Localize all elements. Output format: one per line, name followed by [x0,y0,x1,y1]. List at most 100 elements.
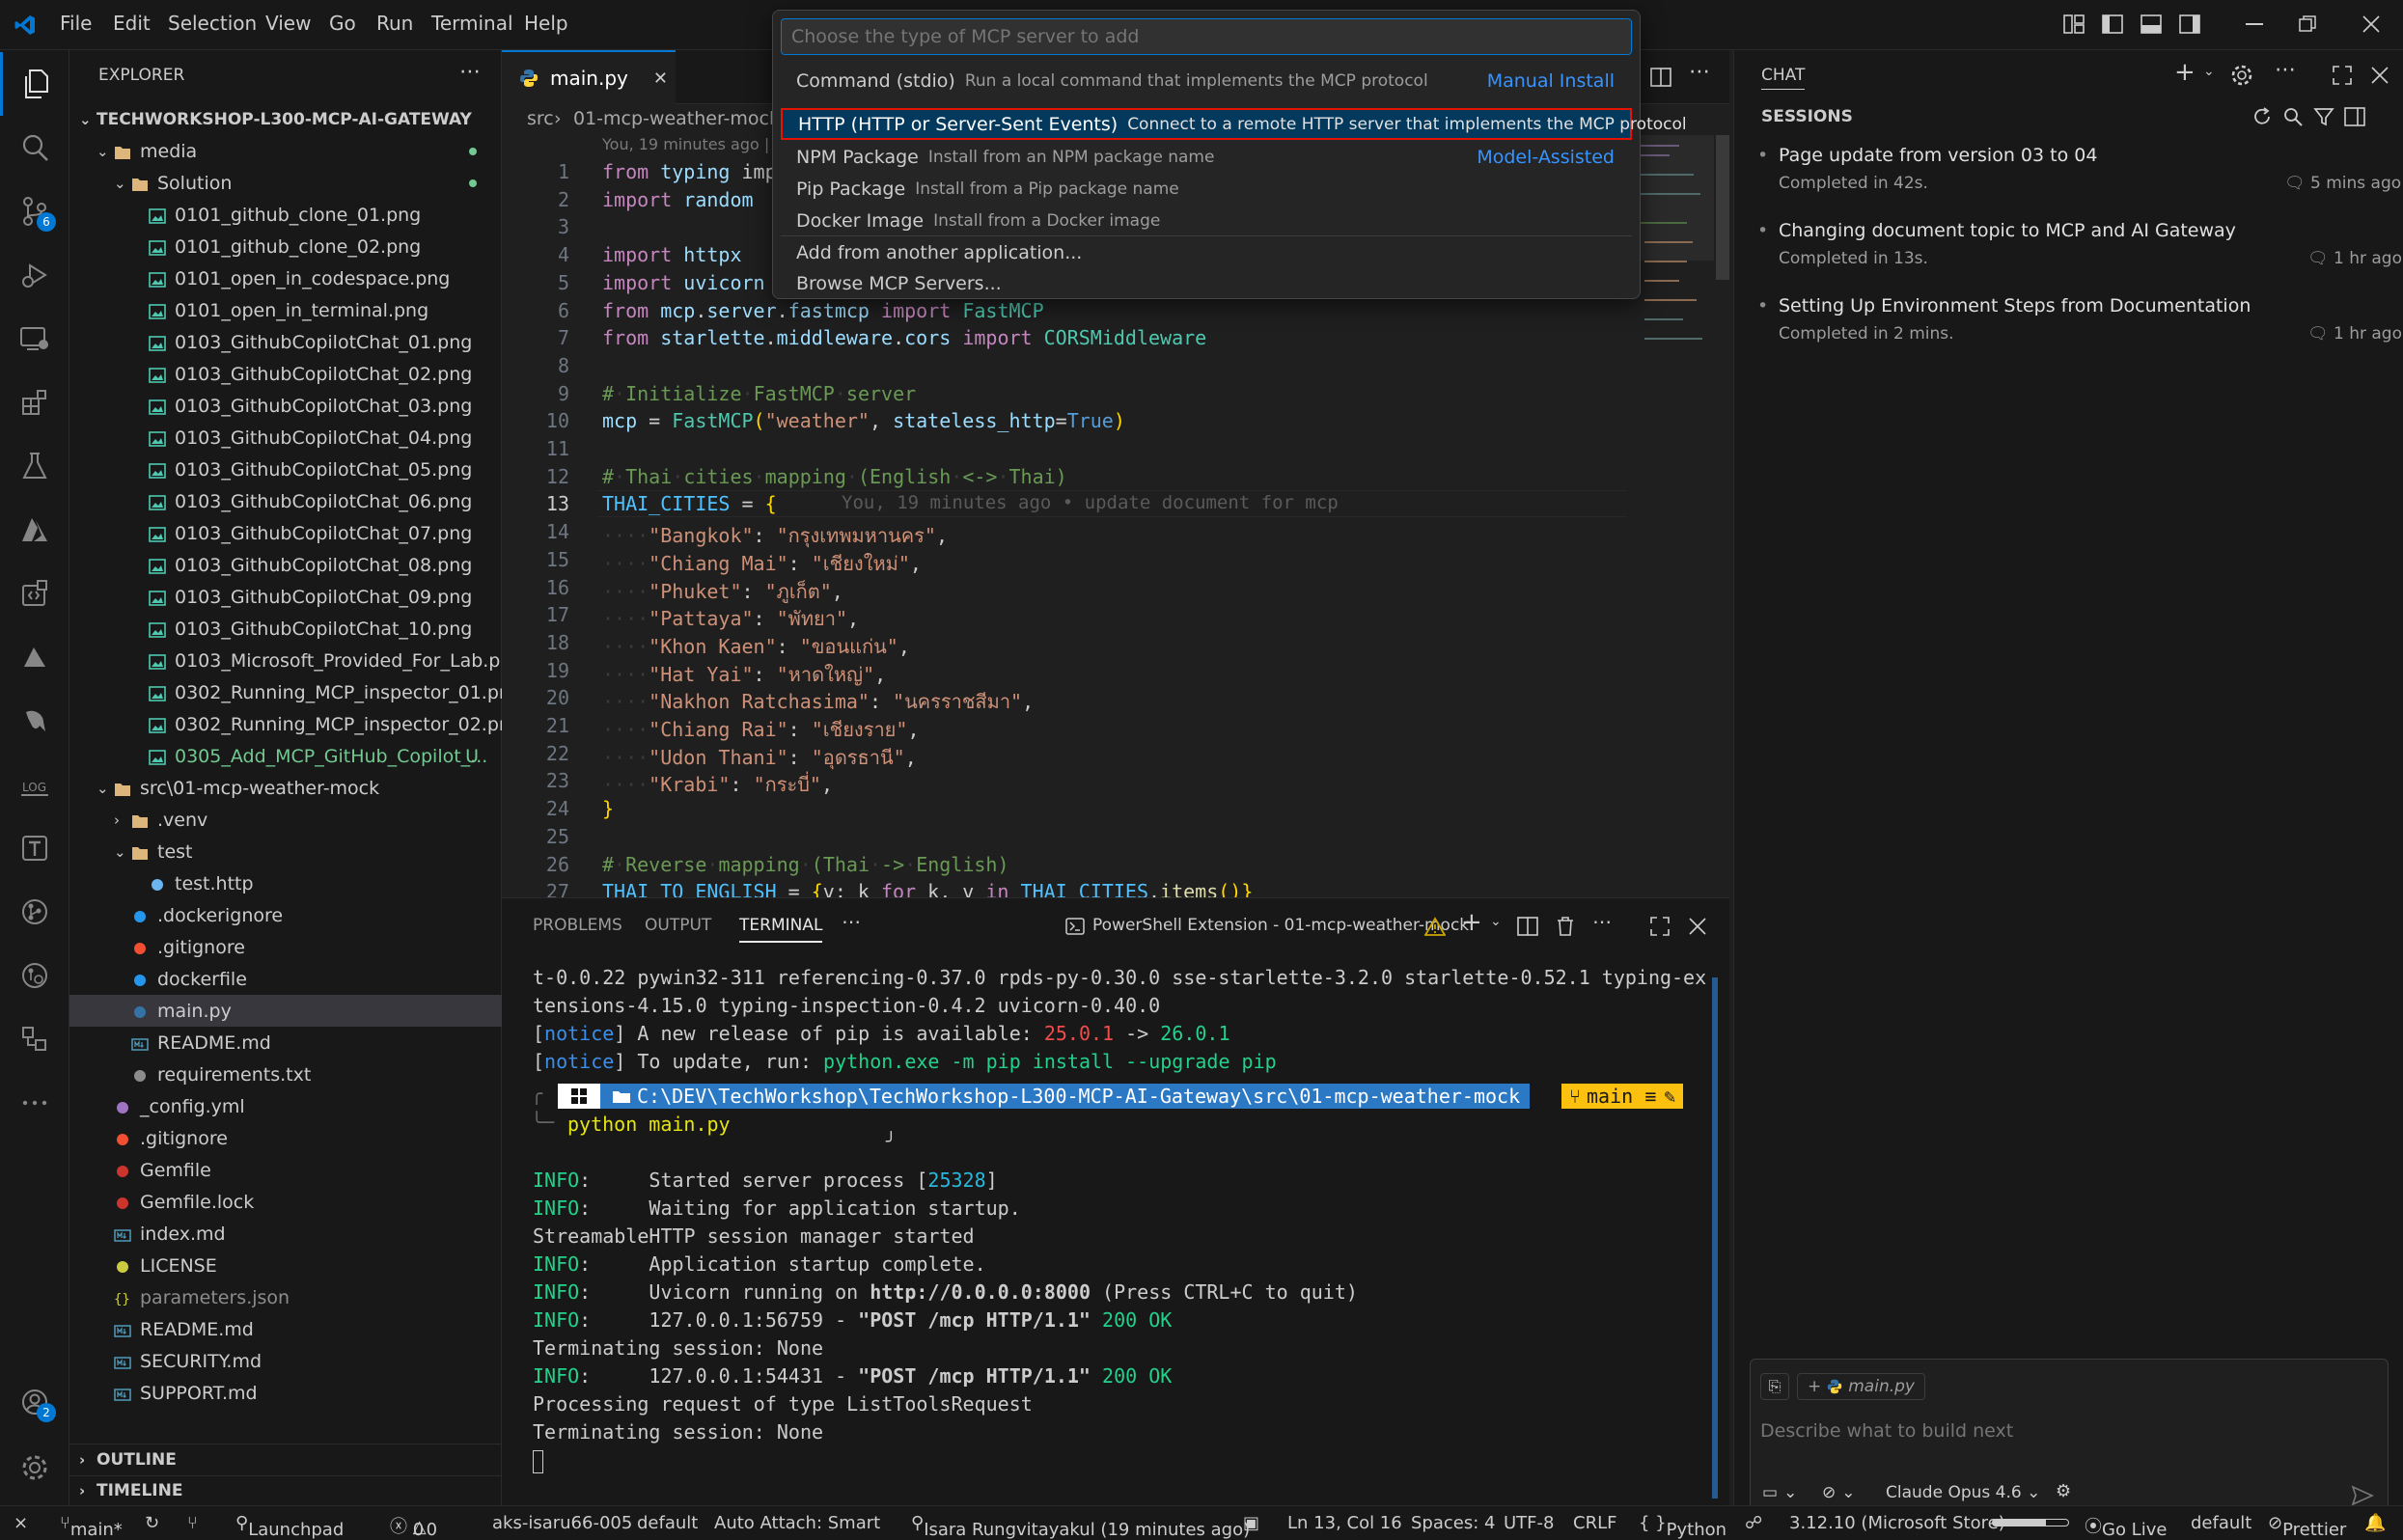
breadcrumb-src[interactable]: src [527,108,554,129]
new-chat-dropdown-icon[interactable]: ⌄ [2203,64,2215,79]
tree-file[interactable]: 0302_Running_MCP_inspector_01.png [69,676,522,708]
tools-icon[interactable]: ⚙ [2056,1481,2071,1501]
python-env-icon[interactable]: ☍ [1745,1513,1762,1533]
editor-more-icon[interactable]: ⋯ [1689,60,1710,84]
editor-scrollbar[interactable] [1716,135,1729,280]
terraform-icon[interactable] [0,816,69,880]
tree-file[interactable]: 0103_GithubCopilotChat_10.png [69,613,502,645]
tree-file[interactable]: SUPPORT.md [69,1377,502,1409]
tree-file[interactable]: 0103_Microsoft_Provided_For_Lab.png [69,645,523,676]
tree-file[interactable]: _config.yml [69,1090,502,1122]
remote-explorer-icon[interactable] [0,307,69,371]
copilot-agent-icon[interactable] [0,562,69,625]
maximize-chat-icon[interactable] [2333,66,2352,85]
menu-file[interactable]: File [60,12,92,35]
mysql-dolphin-icon[interactable] [0,689,69,753]
tree-file[interactable]: 0103_GithubCopilotChat_07.png [69,517,502,549]
workspace-header[interactable]: ⌄ TECHWORKSHOP-L300-MCP-AI-GATEWAY [69,103,502,135]
sync-icon[interactable]: ↻ [145,1513,159,1533]
split-editor-icon[interactable] [1650,68,1671,87]
menu-go[interactable]: Go [329,12,356,35]
toggle-secondary-sidebar-icon[interactable] [2179,14,2200,34]
tree-file[interactable]: README.md [69,1313,502,1345]
split-terminal-icon[interactable] [1517,917,1538,936]
python-interpreter[interactable]: 3.12.10 (Microsoft Store) [1789,1513,2005,1533]
source-control-icon[interactable]: 6 [0,179,69,243]
prettier[interactable]: ⊘ Prettier [2268,1513,2346,1540]
cloud-deploy-icon[interactable] [0,625,69,689]
end-of-line[interactable]: CRLF [1573,1513,1616,1533]
copilot-status-icon[interactable]: ▣ [1243,1513,1259,1533]
agent-picker[interactable]: ⊘ ⌄ [1822,1483,1856,1502]
terminal-more-icon[interactable]: ⋯ [1592,910,1612,933]
tab-output[interactable]: OUTPUT [645,916,711,935]
menu-edit[interactable]: Edit [113,12,151,35]
tree-folder[interactable]: ⌄ src\01-mcp-weather-mock [69,772,502,804]
tree-file[interactable]: 0103_GithubCopilotChat_06.png [69,485,502,517]
tree-file[interactable]: .gitignore [69,931,502,963]
namespace[interactable]: default [637,1513,698,1533]
tree-file[interactable]: requirements.txt [69,1059,502,1090]
containers-icon[interactable] [0,1007,69,1071]
tree-folder[interactable]: ⌄ test [69,836,502,867]
git-blame-status[interactable]: ⚲ Isara Rungvitayakul (19 minutes ago) [911,1513,1250,1540]
tree-file[interactable]: 0103_GithubCopilotChat_09.png [69,581,502,613]
launchpad[interactable]: ⚲ Launchpad [235,1513,344,1540]
settings-gear-icon[interactable] [0,1436,69,1499]
new-terminal-icon[interactable]: + [1461,908,1482,937]
restore-icon[interactable] [2299,15,2316,33]
auto-attach[interactable]: Auto Attach: Smart [714,1513,880,1533]
search-icon[interactable] [0,116,69,179]
panel-more-icon[interactable]: ⋯ [842,910,861,933]
refresh-icon[interactable] [2251,106,2273,127]
azure-icon[interactable] [0,498,69,562]
git-graph-status-icon[interactable]: ⑂ [187,1513,198,1533]
tree-file[interactable]: 0103_GithubCopilotChat_02.png [69,358,502,390]
menu-terminal[interactable]: Terminal [431,12,513,35]
new-chat-icon[interactable]: + [2174,58,2196,87]
tree-folder[interactable]: ⌄ media [69,135,502,167]
terminal-output[interactable]: t-0.0.22 pywin32-311 referencing-0.37.0 … [502,966,1729,1506]
terminal-scrollbar[interactable] [1712,977,1718,1499]
session-item[interactable]: • Setting Up Environment Steps from Docu… [1734,288,2403,361]
tree-file[interactable]: 0101_open_in_codespace.png [69,262,502,294]
minimize-icon[interactable] [2246,23,2263,27]
session-item[interactable]: • Changing document topic to MCP and AI … [1734,212,2403,286]
tree-file[interactable]: test.http [69,867,502,899]
model-picker[interactable]: Claude Opus 4.6 ⌄ [1886,1483,2040,1502]
extensions-icon[interactable] [0,371,69,434]
close-panel-icon[interactable] [1689,918,1706,935]
toggle-primary-sidebar-icon[interactable] [2102,14,2123,34]
run-debug-icon[interactable] [0,243,69,307]
encoding[interactable]: UTF-8 [1504,1513,1554,1533]
tree-file[interactable]: LICENSE [69,1250,502,1281]
branch-indicator[interactable]: ⑂ main* [60,1513,123,1540]
breadcrumb-folder[interactable]: 01-mcp-weather-mock [573,108,780,129]
menu-run[interactable]: Run [376,12,413,35]
tree-file[interactable]: 0103_GithubCopilotChat_01.png [69,326,502,358]
tree-file[interactable]: main.py [69,995,502,1027]
tab-terminal[interactable]: TERMINAL [739,916,823,943]
accounts-icon[interactable]: 2 [0,1370,69,1434]
tree-file[interactable]: 0103_GithubCopilotChat_03.png [69,390,502,422]
chat-mode-picker[interactable]: ▭ ⌄ [1762,1483,1797,1502]
option-npm-package[interactable]: NPM Package Install from an NPM package n… [781,141,1632,173]
cursor-position[interactable]: Ln 13, Col 16 [1287,1513,1402,1533]
toggle-sessions-sidebar-icon[interactable] [2344,106,2365,127]
git-graph-icon[interactable] [0,880,69,944]
tree-file[interactable]: .dockerignore [69,899,502,931]
tab-problems[interactable]: PROBLEMS [533,916,622,935]
tree-file[interactable]: 0103_GithubCopilotChat_04.png [69,422,502,454]
explorer-more-icon[interactable]: ⋯ [459,60,481,84]
language-mode[interactable]: { } Python [1639,1513,1726,1540]
option-add-from-another-app[interactable]: Add from another application... [781,236,1632,268]
menu-help[interactable]: Help [524,12,568,35]
session-item[interactable]: • Page update from version 03 to 04 Comp… [1734,137,2403,210]
tree-file[interactable]: 0103_GithubCopilotChat_05.png [69,454,502,485]
tree-file[interactable]: 0101_github_clone_02.png [69,231,502,262]
minimap[interactable] [1637,135,1714,376]
tree-folder[interactable]: ⌄ Solution [69,167,502,199]
close-window-icon[interactable] [2362,15,2380,33]
search-sessions-icon[interactable] [2282,106,2304,127]
tree-file[interactable]: 0101_open_in_terminal.png [69,294,502,326]
